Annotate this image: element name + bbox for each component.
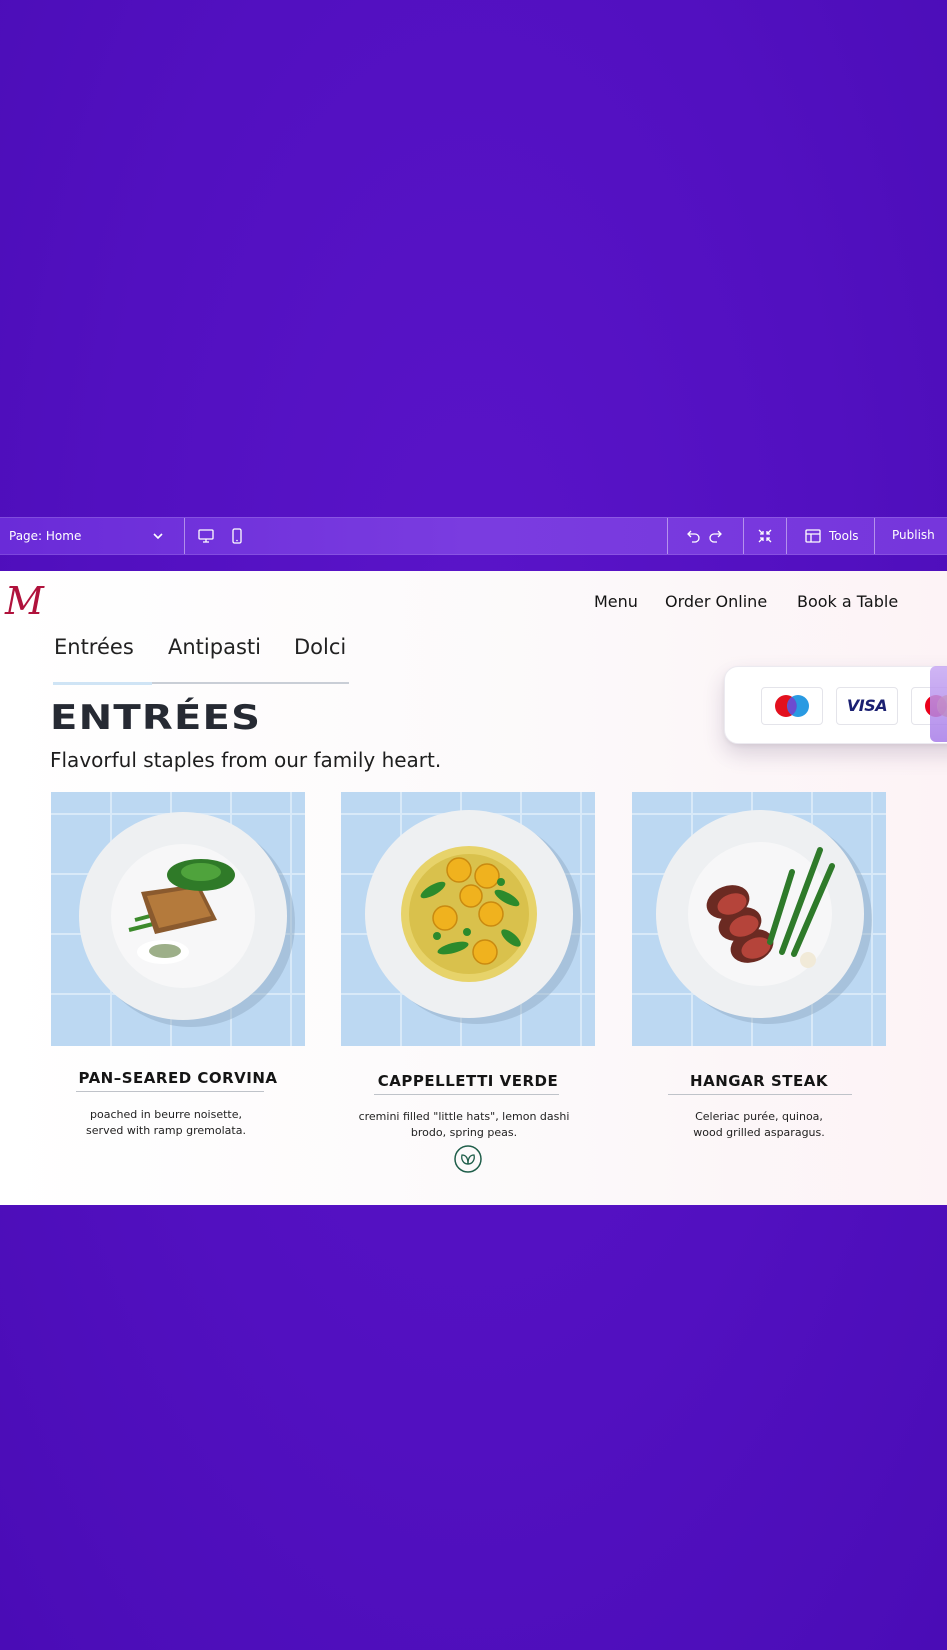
nav-link-order-online[interactable]: Order Online	[665, 592, 767, 611]
vegetarian-leaf-icon	[454, 1145, 482, 1173]
site-preview: M Menu Order Online Book a Table Entrées…	[0, 571, 947, 1205]
tab-dolci[interactable]: Dolci	[294, 635, 346, 659]
dish-photo-hangar-steak	[632, 792, 886, 1046]
toolbar-divider	[184, 518, 185, 554]
nav-link-menu[interactable]: Menu	[594, 592, 638, 611]
mobile-view-icon[interactable]	[228, 527, 246, 545]
maestro-logo-icon	[761, 687, 823, 725]
toolbar-divider	[786, 518, 787, 554]
tools-layout-icon[interactable]	[804, 527, 822, 545]
restaurant-logo[interactable]: M	[3, 581, 55, 621]
tab-entrees[interactable]: Entrées	[54, 635, 134, 659]
chevron-down-icon[interactable]	[151, 529, 165, 543]
visa-logo-icon: VISA	[836, 687, 898, 725]
nav-link-book-table[interactable]: Book a Table	[797, 592, 898, 611]
toolbar-divider	[667, 518, 668, 554]
undo-icon[interactable]	[684, 527, 702, 545]
tab-antipasti[interactable]: Antipasti	[168, 635, 261, 659]
toolbar-divider	[874, 518, 875, 554]
section-subheading: Flavorful staples from our family heart.	[50, 748, 442, 772]
dish-photo-corvina	[51, 792, 305, 1046]
dish-name: PAN–SEARED CORVINA	[78, 1069, 278, 1087]
redo-icon[interactable]	[707, 527, 725, 545]
svg-text:M: M	[4, 581, 45, 621]
dish-divider	[76, 1091, 264, 1092]
collapse-icon[interactable]	[756, 527, 774, 545]
dish-divider	[374, 1094, 559, 1095]
dish-divider	[668, 1094, 852, 1095]
toolbar-divider	[743, 518, 744, 554]
dish-name: CAPPELLETTI VERDE	[377, 1072, 559, 1090]
section-heading: ENTRÉES	[50, 698, 262, 738]
desktop-view-icon[interactable]	[197, 527, 215, 545]
tools-button[interactable]: Tools	[829, 529, 859, 543]
page-selector-label[interactable]: Page: Home	[9, 529, 81, 543]
payment-methods-card: VISA	[724, 666, 947, 744]
panel-edge-tab	[930, 666, 947, 742]
dish-description: poached in beurre noisette, served with …	[86, 1108, 246, 1137]
publish-button[interactable]: Publish	[892, 528, 935, 542]
dish-description: Celeriac purée, quinoa, wood grilled asp…	[693, 1110, 825, 1139]
dish-photo-cappelletti	[341, 792, 595, 1046]
tab-active-indicator	[53, 682, 152, 685]
editor-toolbar: Page: Home Tools Publish	[0, 517, 947, 555]
dish-name: HANGAR STEAK	[690, 1072, 828, 1090]
dish-description: cremini filled "little hats", lemon dash…	[358, 1110, 570, 1139]
